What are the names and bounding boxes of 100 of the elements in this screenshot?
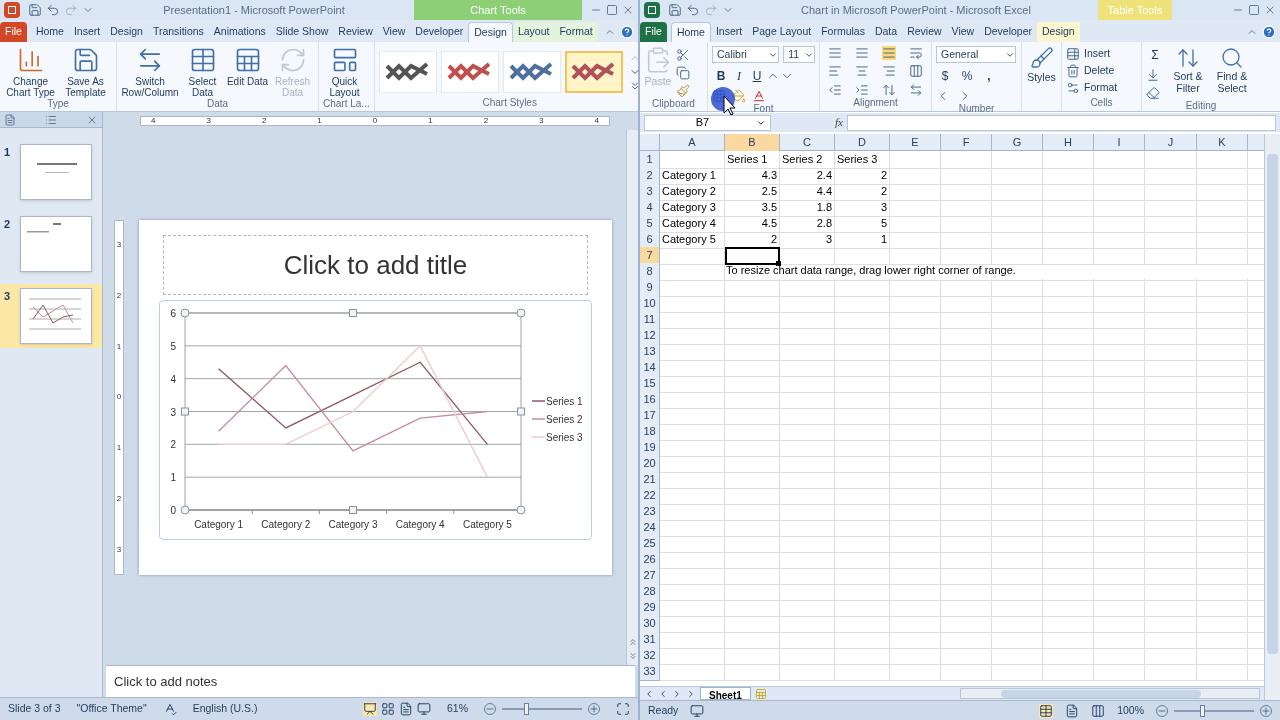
undo-icon[interactable] [46, 3, 60, 17]
table-cell[interactable] [1043, 567, 1094, 585]
table-cell[interactable] [1145, 439, 1197, 457]
table-cell[interactable] [725, 631, 780, 649]
table-cell[interactable] [890, 215, 941, 233]
table-cell[interactable] [660, 263, 725, 281]
table-cell[interactable] [1043, 455, 1094, 473]
table-cell[interactable] [780, 279, 835, 297]
table-cell[interactable] [725, 359, 780, 377]
table-cell[interactable] [992, 359, 1043, 377]
chart-style-thumbnail[interactable] [564, 50, 623, 93]
table-cell[interactable] [1145, 391, 1197, 409]
table-cell[interactable] [725, 471, 780, 489]
cells-button[interactable]: Delete [1066, 63, 1137, 78]
table-cell[interactable] [1197, 551, 1248, 569]
ribbon-tab[interactable]: Insert [710, 22, 748, 42]
notes-pane[interactable]: Click to add notes [106, 665, 635, 697]
ribbon-tab[interactable]: Page Layout [747, 22, 817, 42]
app-icon[interactable] [4, 2, 20, 18]
table-cell[interactable] [1145, 311, 1197, 329]
table-cell[interactable] [1043, 631, 1094, 649]
table-cell[interactable] [725, 567, 780, 585]
ribbon-button[interactable]: Save As Template [59, 46, 112, 98]
table-cell[interactable] [992, 407, 1043, 425]
column-header[interactable]: K [1197, 134, 1248, 151]
table-cell[interactable] [1043, 519, 1094, 537]
table-cell[interactable] [1145, 599, 1197, 617]
help-icon[interactable] [1262, 25, 1276, 39]
percent-button[interactable]: % [958, 67, 976, 85]
table-cell[interactable] [660, 647, 725, 665]
ribbon-tab[interactable]: File [640, 22, 667, 42]
slide-thumbnail[interactable] [20, 288, 92, 344]
table-cell[interactable] [1094, 599, 1145, 617]
table-cell[interactable] [1094, 471, 1145, 489]
table-cell[interactable] [725, 487, 780, 505]
insert-function-label[interactable]: fx [835, 114, 843, 131]
table-cell[interactable] [780, 487, 835, 505]
table-cell[interactable] [835, 391, 890, 409]
table-cell[interactable] [725, 311, 780, 329]
last-sheet-icon[interactable] [686, 688, 696, 699]
cells-button[interactable]: Format [1066, 80, 1137, 95]
table-cell[interactable] [890, 183, 941, 201]
align-left-icon[interactable] [828, 64, 843, 79]
font-size-dropdown[interactable]: 11 [783, 46, 815, 63]
table-cell[interactable] [1197, 391, 1248, 409]
close-icon[interactable] [1264, 4, 1276, 16]
table-cell[interactable] [992, 375, 1043, 393]
editing-button[interactable]: Sort & Filter [1168, 46, 1208, 100]
column-header[interactable]: J [1145, 134, 1197, 151]
table-cell[interactable] [1197, 247, 1248, 265]
table-cell[interactable] [725, 279, 780, 297]
table-cell[interactable] [1197, 327, 1248, 345]
table-cell[interactable] [780, 327, 835, 345]
table-cell[interactable] [1197, 535, 1248, 553]
table-cell[interactable] [835, 503, 890, 521]
table-cell[interactable] [941, 503, 992, 521]
format-painter-icon[interactable] [676, 84, 690, 98]
resize-handle[interactable] [180, 505, 190, 515]
table-cell[interactable] [1043, 295, 1094, 313]
table-cell[interactable] [835, 455, 890, 473]
table-cell[interactable] [1197, 647, 1248, 665]
table-cell[interactable] [890, 551, 941, 569]
ribbon-tab[interactable]: Animations [208, 22, 271, 42]
table-cell[interactable] [1145, 535, 1197, 553]
table-cell[interactable] [941, 375, 992, 393]
table-cell[interactable] [1145, 615, 1197, 633]
table-cell[interactable] [1145, 471, 1197, 489]
table-cell[interactable] [1094, 551, 1145, 569]
table-cell[interactable] [992, 535, 1043, 553]
align-right-icon[interactable] [881, 64, 896, 79]
table-cell[interactable] [941, 599, 992, 617]
table-cell[interactable] [780, 631, 835, 649]
ribbon-tab[interactable]: Layout [512, 22, 555, 42]
table-cell[interactable] [890, 439, 941, 457]
undo-icon[interactable] [686, 3, 700, 17]
autosum-button[interactable]: Σ [1146, 46, 1164, 64]
table-cell[interactable] [1043, 551, 1094, 569]
table-cell[interactable] [890, 647, 941, 665]
ribbon-button[interactable]: Switch Row/Column [121, 46, 179, 98]
column-header[interactable]: D [835, 134, 890, 151]
table-cell[interactable] [780, 471, 835, 489]
ribbon-button[interactable]: Edit Data [226, 46, 269, 98]
table-cell[interactable] [725, 455, 780, 473]
table-cell[interactable] [780, 295, 835, 313]
table-cell[interactable] [941, 551, 992, 569]
table-cell[interactable] [725, 663, 780, 681]
table-cell[interactable] [1043, 327, 1094, 345]
table-cell[interactable] [1145, 279, 1197, 297]
redo-icon[interactable] [704, 3, 718, 17]
table-cell[interactable] [1043, 535, 1094, 553]
table-cell[interactable] [941, 183, 992, 201]
ribbon-tab[interactable]: View [377, 22, 411, 42]
ribbon-tab[interactable]: Developer [979, 22, 1037, 42]
table-cell[interactable] [1145, 183, 1197, 201]
table-cell[interactable] [992, 215, 1043, 233]
table-cell[interactable] [725, 647, 780, 665]
table-cell[interactable] [1197, 439, 1248, 457]
table-cell[interactable] [992, 247, 1043, 265]
table-cell[interactable] [1145, 551, 1197, 569]
table-cell[interactable] [835, 471, 890, 489]
